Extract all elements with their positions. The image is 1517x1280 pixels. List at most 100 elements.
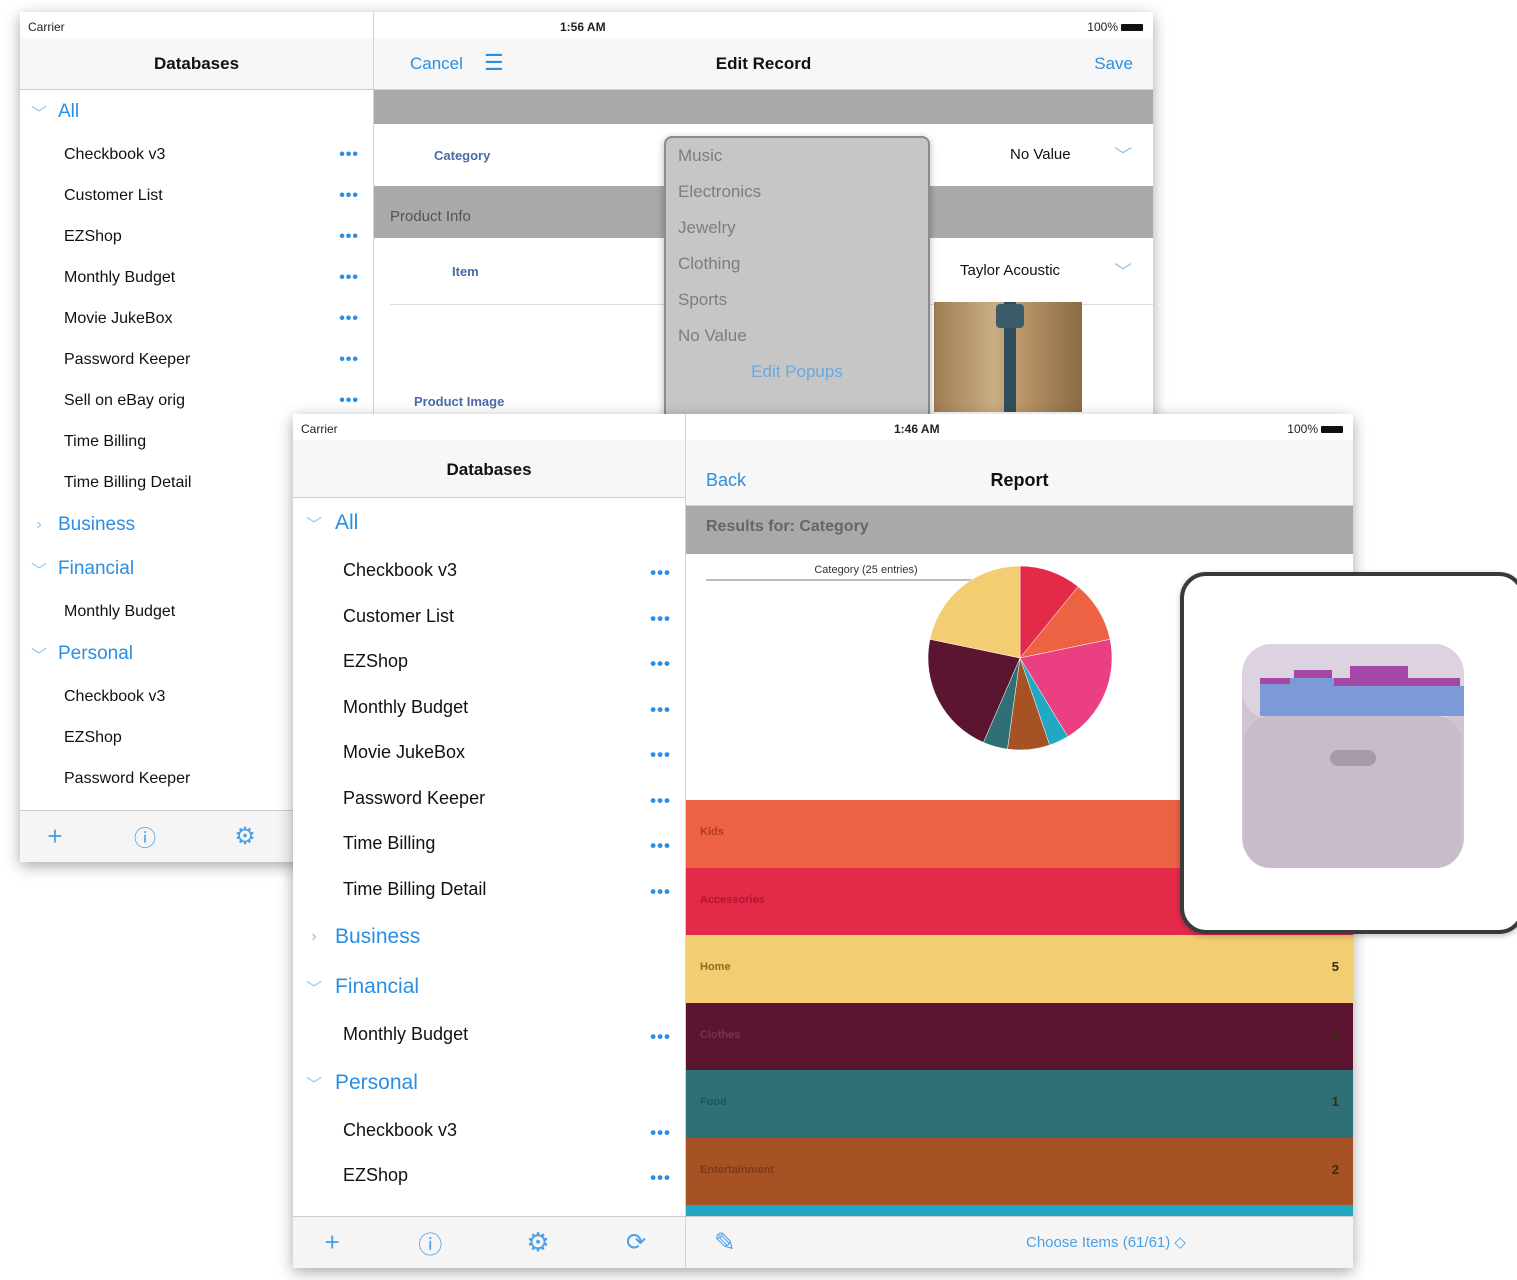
more-icon[interactable]: ••• [339, 298, 359, 339]
list-item-label: EZShop [343, 1165, 409, 1185]
list-item[interactable]: Checkbook v3 ••• [293, 548, 685, 594]
more-icon[interactable]: ••• [650, 778, 671, 823]
sidebar-toolbar: + ⓘ ⚙ ⟳ [293, 1216, 685, 1268]
compose-icon[interactable]: ✎ [714, 1227, 736, 1258]
list-item[interactable]: Customer List ••• [293, 594, 685, 640]
list-item-label: Password Keeper [64, 351, 191, 368]
group-all[interactable]: ﹀ All [293, 498, 685, 548]
category-bar[interactable]: Home 5 [686, 935, 1353, 1003]
chevron-down-icon: ﹀ [30, 106, 47, 123]
more-icon[interactable]: ••• [339, 339, 359, 380]
group-all[interactable]: ﹀ All [20, 90, 373, 134]
status-battery: 100% [1087, 20, 1143, 34]
popup-option[interactable]: Jewelry [666, 210, 928, 246]
group-label: Business [335, 925, 421, 948]
more-icon[interactable]: ••• [339, 134, 359, 175]
list-item[interactable]: Monthly Budget ••• [293, 1012, 685, 1058]
more-icon[interactable]: ••• [650, 732, 671, 777]
more-icon[interactable]: ••• [650, 823, 671, 868]
popup-option[interactable]: No Value [666, 318, 928, 354]
choose-items-button[interactable]: Choose Items (61/61) ◇ [1026, 1233, 1186, 1251]
group-label: All [335, 511, 359, 534]
product-photo[interactable] [934, 302, 1082, 412]
save-button[interactable]: Save [1094, 54, 1133, 74]
sidebar-navbar: Databases [20, 38, 373, 90]
popup-option[interactable]: Sports [666, 282, 928, 318]
popup-option[interactable]: Electronics [666, 174, 928, 210]
sync-icon[interactable]: ⟳ [587, 1228, 685, 1257]
battery-icon [1121, 24, 1143, 32]
group-financial[interactable]: ﹀ Financial [293, 962, 685, 1012]
file-box-icon [1242, 644, 1464, 868]
category-bar-count: 5 [1331, 959, 1339, 974]
list-item-label: EZShop [343, 651, 409, 671]
edit-popups-button[interactable]: Edit Popups [666, 354, 928, 390]
more-icon[interactable]: ••• [650, 687, 671, 732]
popup-option[interactable]: Clothing [666, 246, 928, 282]
more-icon[interactable]: ••• [339, 175, 359, 216]
list-item[interactable]: EZShop ••• [293, 1153, 685, 1199]
list-item[interactable]: Movie JukeBox ••• [20, 298, 373, 339]
more-icon[interactable]: ••• [650, 641, 671, 686]
chevron-down-icon: ﹀ [30, 648, 47, 665]
category-bar-count: 1 [1331, 1094, 1339, 1109]
list-item[interactable]: Checkbook v3 ••• [20, 134, 373, 175]
category-bar-label: Clothes [700, 1028, 741, 1041]
list-item[interactable]: Movie JukeBox ••• [293, 730, 685, 776]
group-business[interactable]: › Business [293, 912, 685, 962]
gear-icon[interactable]: ⚙ [200, 822, 290, 851]
list-item-label: Monthly Budget [64, 603, 176, 620]
list-item[interactable]: Monthly Budget ••• [293, 685, 685, 731]
category-bar-count: 5 [1331, 1026, 1339, 1042]
gear-icon[interactable]: ⚙ [489, 1227, 587, 1258]
category-bar-label: Home [700, 961, 731, 973]
popup-options: Music Electronics Jewelry Clothing Sports No … [666, 138, 928, 354]
more-icon[interactable]: ••• [650, 596, 671, 641]
more-icon[interactable]: ••• [650, 869, 671, 914]
status-bar: Carrier [293, 414, 685, 440]
list-item[interactable]: Time Billing ••• [293, 821, 685, 867]
list-item-label: EZShop [64, 228, 122, 245]
popup-option[interactable]: Music [666, 138, 928, 174]
group-label: Financial [58, 558, 135, 579]
databases-sidebar: Carrier Databases ﹀ All Checkbook v3 ••• Cus… [293, 414, 686, 1268]
group-personal[interactable]: ﹀ Personal [293, 1058, 685, 1108]
category-popup: Music Electronics Jewelry Clothing Sports No … [664, 136, 930, 426]
list-item-label: Time Billing Detail [343, 878, 487, 899]
results-label: Results for: Category [706, 518, 869, 535]
plus-icon[interactable]: + [20, 821, 90, 852]
list-item[interactable]: Time Billing Detail ••• [293, 867, 685, 913]
more-icon[interactable]: ••• [339, 257, 359, 298]
more-icon[interactable]: ••• [650, 1014, 671, 1059]
header-band [374, 90, 1153, 124]
group-label: Personal [58, 643, 133, 664]
category-bar[interactable]: Clothes 5 [686, 1002, 1353, 1070]
chevron-down-icon[interactable]: ﹀ [1114, 258, 1132, 284]
category-bar[interactable]: Entertainment 2 [686, 1137, 1353, 1205]
more-icon[interactable]: ••• [650, 1110, 671, 1155]
plus-icon[interactable]: + [293, 1227, 371, 1258]
more-icon[interactable]: ••• [339, 216, 359, 257]
report-title: Report [990, 470, 1049, 490]
list-item[interactable]: Password Keeper ••• [20, 339, 373, 380]
list-item[interactable]: Checkbook v3 ••• [293, 1108, 685, 1154]
list-item[interactable]: EZShop ••• [293, 639, 685, 685]
category-value[interactable]: No Value [1010, 146, 1071, 163]
info-icon[interactable]: ⓘ [90, 821, 200, 853]
chevron-down-icon[interactable]: ﹀ [1114, 142, 1132, 168]
more-icon[interactable]: ••• [650, 550, 671, 595]
list-item[interactable]: Monthly Budget ••• [20, 257, 373, 298]
sidebar-navbar: Databases [293, 440, 685, 498]
category-bar-label: Kids [700, 826, 724, 838]
status-battery: 100% [1287, 422, 1343, 436]
info-icon[interactable]: ⓘ [371, 1225, 489, 1260]
section-label: Product Info [390, 208, 471, 225]
list-item[interactable]: Customer List ••• [20, 175, 373, 216]
more-icon[interactable]: ••• [650, 1155, 671, 1200]
list-item[interactable]: Password Keeper ••• [293, 776, 685, 822]
list-item[interactable]: EZShop ••• [20, 216, 373, 257]
category-bar[interactable]: Food 1 [686, 1070, 1353, 1138]
list-item-label: Time Billing [343, 833, 436, 853]
item-value[interactable]: Taylor Acoustic [960, 262, 1060, 279]
list-item-label: Checkbook v3 [343, 1119, 458, 1140]
